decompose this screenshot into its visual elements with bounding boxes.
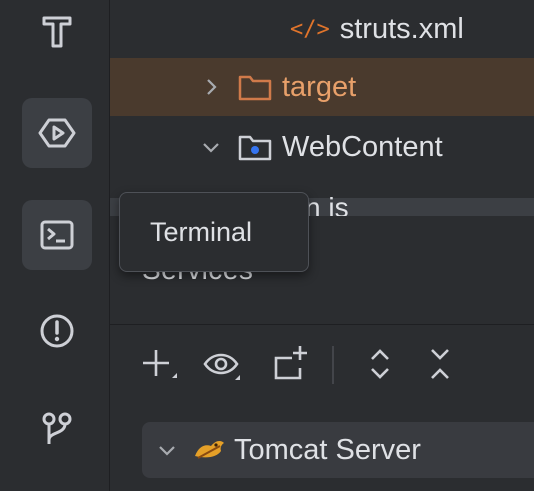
tomcat-icon bbox=[195, 441, 224, 459]
view-options-button[interactable] bbox=[202, 344, 242, 384]
tree-item-struts-xml[interactable]: </> struts.xml bbox=[110, 0, 534, 58]
plus-dropdown-icon bbox=[143, 350, 177, 378]
divider bbox=[110, 324, 534, 325]
chevron-right-icon[interactable] bbox=[200, 76, 222, 98]
add-service-button[interactable] bbox=[140, 344, 180, 384]
run-services-button[interactable] bbox=[22, 98, 92, 168]
chevron-down-icon[interactable] bbox=[200, 136, 222, 158]
tool-window-sidebar bbox=[0, 0, 110, 491]
tomcat-server-node[interactable]: Tomcat Server bbox=[142, 422, 534, 478]
tree-item-target[interactable]: target bbox=[110, 58, 534, 116]
run-hexagon-icon bbox=[38, 118, 76, 148]
collapse-all-button[interactable] bbox=[420, 344, 460, 384]
server-label: Tomcat Server bbox=[234, 433, 421, 466]
tree-item-label: WebContent bbox=[282, 130, 443, 163]
expand-all-icon bbox=[371, 349, 389, 379]
build-button[interactable] bbox=[22, 0, 92, 64]
new-group-button[interactable] bbox=[270, 344, 310, 384]
add-group-icon bbox=[274, 346, 307, 380]
folder-icon bbox=[238, 75, 272, 101]
tree-item-label: target bbox=[282, 70, 357, 103]
eye-icon bbox=[203, 353, 240, 380]
web-folder-icon bbox=[238, 135, 272, 161]
xml-file-icon: </> bbox=[290, 16, 330, 42]
expand-all-button[interactable] bbox=[360, 344, 400, 384]
git-button[interactable] bbox=[22, 394, 92, 464]
problems-button[interactable] bbox=[22, 296, 92, 366]
tree-item-label: struts.xml bbox=[339, 12, 464, 45]
tooltip-text: Terminal bbox=[150, 216, 253, 247]
tree-item-webcontent[interactable]: WebContent bbox=[110, 118, 534, 176]
collapse-all-icon bbox=[431, 349, 449, 379]
terminal-button[interactable] bbox=[22, 200, 92, 270]
chevron-down-icon[interactable] bbox=[156, 439, 178, 461]
git-branch-icon bbox=[42, 412, 72, 444]
warning-circle-icon bbox=[40, 314, 74, 348]
project-tree: </> struts.xml target WebContent bbox=[110, 0, 534, 200]
terminal-icon bbox=[40, 220, 74, 250]
toolbar-separator bbox=[332, 346, 334, 384]
terminal-tooltip: Terminal bbox=[119, 192, 309, 272]
hammer-icon bbox=[42, 16, 72, 48]
